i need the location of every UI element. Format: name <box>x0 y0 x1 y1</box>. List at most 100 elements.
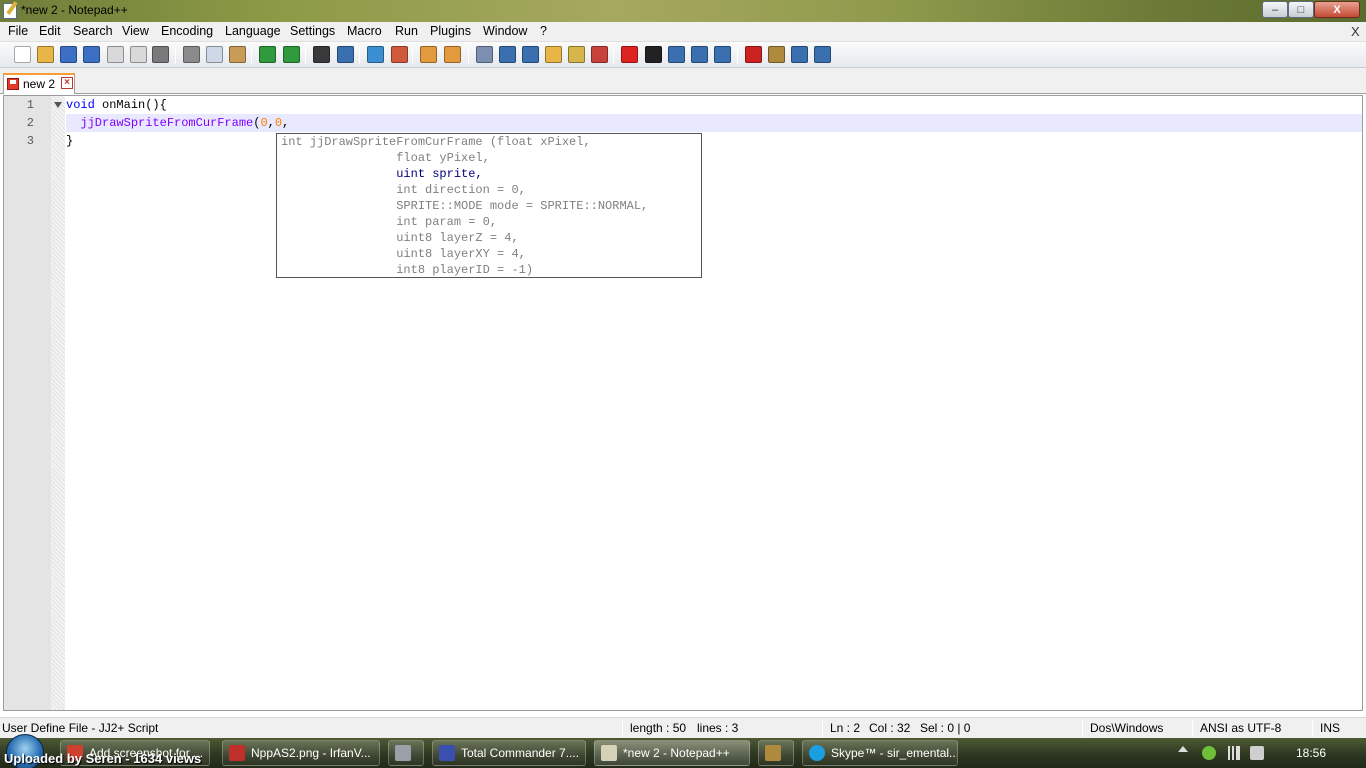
plugin-b-icon[interactable] <box>791 46 808 63</box>
line-number: 3 <box>26 134 34 148</box>
show-all-chars-icon[interactable] <box>499 46 516 63</box>
zoom-out-icon[interactable] <box>391 46 408 63</box>
taskbar-item-irfanview[interactable]: NppAS2.png - IrfanV... <box>222 740 380 766</box>
paste-icon[interactable] <box>229 46 246 63</box>
show-hidden-icons-icon[interactable] <box>1178 746 1188 752</box>
calltip-parameter-row: float yPixel, <box>281 151 490 165</box>
status-line: Ln : 2 <box>830 721 861 735</box>
toolbar-separator <box>468 46 469 64</box>
menu-window[interactable]: Window <box>483 24 527 38</box>
code-line-2-current[interactable]: jjDrawSpriteFromCurFrame(0,0, <box>66 114 1362 132</box>
code-line-1[interactable]: void onMain(){ <box>66 96 167 114</box>
menu-file[interactable]: File <box>8 24 28 38</box>
copy-icon[interactable] <box>206 46 223 63</box>
open-file-icon[interactable] <box>37 46 54 63</box>
spell-check-icon[interactable] <box>745 46 762 63</box>
menu-run[interactable]: Run <box>395 24 418 38</box>
function-signature: onMain(){ <box>94 98 167 112</box>
close-icon[interactable] <box>107 46 124 63</box>
status-column: Col : 32 <box>869 721 911 735</box>
close-document-button[interactable]: X <box>1351 24 1360 39</box>
function-list-icon[interactable] <box>591 46 608 63</box>
taskbar-item-label: *new 2 - Notepad++ <box>623 746 730 760</box>
menu-encoding[interactable]: Encoding <box>161 24 213 38</box>
doc-map-icon[interactable] <box>568 46 585 63</box>
sync-vertical-icon[interactable] <box>420 46 437 63</box>
code-line-3[interactable]: } <box>66 132 73 150</box>
taskbar-item-app[interactable] <box>388 740 424 766</box>
menu-language[interactable]: Language <box>225 24 281 38</box>
taskbar-item-notepad-plus-plus[interactable]: *new 2 - Notepad++ <box>594 740 750 766</box>
taskbar-item-label: Total Commander 7.... <box>461 746 580 760</box>
network-icon[interactable] <box>1226 746 1240 760</box>
toolbar-separator <box>412 46 413 64</box>
toolbar-separator <box>305 46 306 64</box>
sync-horizontal-icon[interactable] <box>444 46 461 63</box>
play-macro-icon[interactable] <box>668 46 685 63</box>
save-macro-icon[interactable] <box>714 46 731 63</box>
taskbar-item-skype[interactable]: Skype™ - sir_emental... <box>802 740 958 766</box>
menu-bar: File Edit Search View Encoding Language … <box>0 22 1366 42</box>
redo-icon[interactable] <box>283 46 300 63</box>
stop-record-icon[interactable] <box>645 46 662 63</box>
close-all-icon[interactable] <box>130 46 147 63</box>
line-number: 2 <box>26 116 34 130</box>
auto-spell-icon[interactable] <box>814 46 831 63</box>
window-title: *new 2 - Notepad++ <box>21 3 128 17</box>
cut-icon[interactable] <box>183 46 200 63</box>
line-number: 1 <box>26 98 34 112</box>
new-file-icon[interactable] <box>14 46 31 63</box>
record-macro-icon[interactable] <box>621 46 638 63</box>
irfanview-icon <box>229 745 245 761</box>
menu-settings[interactable]: Settings <box>290 24 335 38</box>
security-icon[interactable] <box>1202 746 1216 760</box>
notepad-plus-plus-icon <box>601 745 617 761</box>
undo-icon[interactable] <box>259 46 276 63</box>
replace-icon[interactable] <box>337 46 354 63</box>
word-wrap-icon[interactable] <box>476 46 493 63</box>
tab-new-2[interactable]: new 2 × <box>3 73 75 94</box>
menu-view[interactable]: View <box>122 24 149 38</box>
tab-label: new 2 <box>23 77 56 91</box>
menu-search[interactable]: Search <box>73 24 113 38</box>
calltip-parameter-row: int direction = 0, <box>281 183 526 197</box>
menu-plugins[interactable]: Plugins <box>430 24 471 38</box>
status-eol[interactable]: Dos\Windows <box>1090 721 1163 735</box>
argument: 0 <box>260 116 268 130</box>
fold-margin[interactable] <box>51 96 65 710</box>
taskbar-clock[interactable]: 18:56 <box>1296 746 1326 760</box>
zoom-in-icon[interactable] <box>367 46 384 63</box>
taskbar-item-paint[interactable] <box>758 740 794 766</box>
tab-close-icon[interactable]: × <box>61 77 73 89</box>
run-macro-multiple-icon[interactable] <box>691 46 708 63</box>
toolbar-separator <box>175 46 176 64</box>
notepad-plus-plus-icon <box>3 3 17 19</box>
indent-guide-icon[interactable] <box>522 46 539 63</box>
menu-macro[interactable]: Macro <box>347 24 382 38</box>
find-icon[interactable] <box>313 46 330 63</box>
status-language: User Define File - JJ2+ Script <box>2 721 159 735</box>
maximize-button[interactable]: □ <box>1288 1 1314 18</box>
menu-edit[interactable]: Edit <box>39 24 61 38</box>
calltip-parameter-row: int8 playerID = -1) <box>281 263 534 277</box>
menu-help[interactable]: ? <box>540 24 547 38</box>
folder-as-workspace-icon[interactable] <box>545 46 562 63</box>
taskbar: Add screenshot for ... NppAS2.png - Irfa… <box>0 734 1366 768</box>
total-commander-icon <box>439 745 455 761</box>
print-icon[interactable] <box>152 46 169 63</box>
argument: 0 <box>274 116 283 130</box>
status-insert-mode[interactable]: INS <box>1320 721 1340 735</box>
save-all-icon[interactable] <box>83 46 100 63</box>
status-divider <box>1082 720 1083 737</box>
volume-icon[interactable] <box>1250 746 1264 760</box>
fold-collapse-icon[interactable] <box>54 102 62 108</box>
status-divider <box>1192 720 1193 737</box>
save-icon[interactable] <box>60 46 77 63</box>
status-encoding[interactable]: ANSI as UTF-8 <box>1200 721 1281 735</box>
status-divider <box>622 720 623 737</box>
plugin-a-icon[interactable] <box>768 46 785 63</box>
close-window-button[interactable]: X <box>1314 1 1360 18</box>
minimize-button[interactable]: – <box>1262 1 1288 18</box>
line-number-gutter: 1 2 3 <box>4 96 51 710</box>
taskbar-item-total-commander[interactable]: Total Commander 7.... <box>432 740 586 766</box>
